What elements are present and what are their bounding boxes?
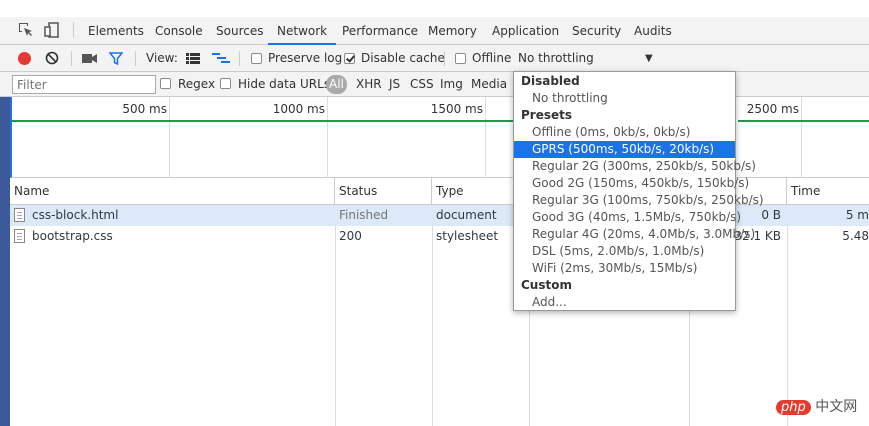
preserve-log-label: Preserve log [268,51,343,65]
dropdown-header-custom: Custom [521,278,572,292]
tab-console[interactable]: Console [146,17,212,45]
regex-label: Regex [178,77,216,91]
overview-load-bar [12,120,515,122]
tab-memory[interactable]: Memory [419,17,486,45]
record-icon[interactable] [18,52,31,65]
tab-audits[interactable]: Audits [625,17,681,45]
document-icon [14,229,25,243]
request-name: bootstrap.css [32,229,113,243]
type-filter-img[interactable]: Img [437,75,466,94]
option-no-throttling[interactable]: No throttling [514,90,735,107]
type-filter-js[interactable]: JS [386,75,403,94]
preserve-log-checkbox[interactable] [251,53,262,64]
type-filter-media[interactable]: Media [468,75,510,94]
devtools-tabbar: Elements Console Sources Network Perform… [0,0,869,45]
inspect-element-icon[interactable] [18,22,34,38]
overview-tick: 1500 ms [430,102,483,116]
type-filter-all[interactable]: All [326,75,347,94]
tab-application[interactable]: Application [483,17,568,45]
column-header-time[interactable]: Time [787,178,869,205]
tab-performance[interactable]: Performance [333,17,427,45]
hide-data-urls-checkbox[interactable] [220,78,231,89]
option-regular-2g[interactable]: Regular 2G (300ms, 250kb/s, 50kb/s) [514,158,756,175]
option-offline[interactable]: Offline (0ms, 0kb/s, 0kb/s) [514,124,735,141]
option-regular-3g[interactable]: Regular 3G (100ms, 750kb/s, 250kb/s) [514,192,764,209]
large-rows-icon[interactable] [186,53,200,67]
column-header-status[interactable]: Status [335,178,432,205]
network-toolbar: View: Preserve log Disable cache Offline… [0,45,869,72]
option-good-3g[interactable]: Good 3G (40ms, 1.5Mb/s, 750kb/s) [514,209,741,226]
option-gprs[interactable]: GPRS (500ms, 50kb/s, 20kb/s) [514,141,735,158]
request-time: 5.48 [842,229,869,243]
dropdown-header-presets: Presets [521,108,573,122]
view-label: View: [146,51,178,65]
clear-icon[interactable] [45,51,59,68]
disable-cache-label: Disable cache [361,51,445,65]
option-wifi[interactable]: WiFi (2ms, 30Mb/s, 15Mb/s) [514,260,735,277]
offline-checkbox[interactable] [455,53,466,64]
request-time: 5 m [845,208,869,222]
option-add-custom[interactable]: Add... [514,294,735,311]
watermark: php 中文网 [776,396,857,416]
request-status: Finished [339,208,389,222]
type-filter-css[interactable]: CSS [407,75,437,94]
tab-network[interactable]: Network [268,17,337,45]
camera-icon[interactable] [82,53,98,67]
throttling-select[interactable]: No throttling [518,45,594,72]
type-filter-xhr[interactable]: XHR [353,75,385,94]
filter-bar: Regex Hide data URLs All XHR JS CSS Img … [0,72,869,97]
document-icon [14,208,25,222]
request-status: 200 [339,229,362,243]
overview-tick: 1000 ms [272,102,325,116]
dropdown-header-disabled: Disabled [521,74,580,88]
column-header-name[interactable]: Name [10,178,335,205]
device-toolbar-icon[interactable] [44,22,60,38]
chevron-down-icon[interactable]: ▼ [645,45,653,72]
option-dsl[interactable]: DSL (5ms, 2.0Mb/s, 1.0Mb/s) [514,243,735,260]
overview-tick: 2500 ms [746,102,799,116]
watermark-text: 中文网 [815,399,858,415]
overview-load-bar [738,120,869,122]
waterfall-icon[interactable] [212,53,230,67]
filter-icon[interactable] [108,52,124,68]
hide-data-urls-label: Hide data URLs [238,77,331,91]
watermark-logo: php [776,400,811,415]
filter-input[interactable] [12,75,156,94]
overview-tick: 500 ms [122,102,167,116]
throttling-dropdown: Disabled No throttling Presets Offline (… [513,71,764,311]
tab-elements[interactable]: Elements [79,17,153,45]
offline-label: Offline [472,51,512,65]
option-regular-4g[interactable]: Regular 4G (20ms, 4.0Mb/s, 3.0Mb/s) [514,226,755,243]
regex-checkbox[interactable] [160,78,171,89]
tab-sources[interactable]: Sources [207,17,272,45]
disable-cache-checkbox[interactable] [344,53,355,64]
option-good-2g[interactable]: Good 2G (150ms, 450kb/s, 150kb/s) [514,175,749,192]
request-name: css-block.html [32,208,119,222]
tab-security[interactable]: Security [563,17,630,45]
